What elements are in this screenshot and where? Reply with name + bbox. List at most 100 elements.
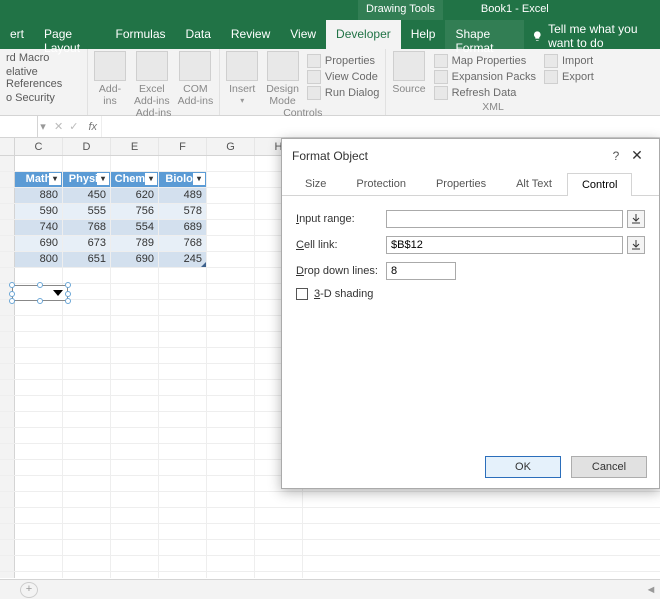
import-xml-button[interactable]: Import — [544, 53, 594, 69]
range-picker-button[interactable] — [627, 210, 645, 228]
collapse-dialog-icon — [631, 240, 641, 250]
resize-handle[interactable] — [37, 298, 43, 304]
ok-button[interactable]: OK — [485, 456, 561, 478]
table-header[interactable]: Math▾ — [15, 172, 63, 187]
tab-view[interactable]: View — [280, 20, 326, 49]
range-picker-button[interactable] — [627, 236, 645, 254]
tab-protection[interactable]: Protection — [341, 172, 421, 195]
title-bar: Drawing Tools Book1 - Excel — [0, 0, 660, 20]
dialog-footer: OK Cancel — [282, 446, 659, 488]
name-box[interactable] — [0, 116, 38, 137]
tab-data[interactable]: Data — [176, 20, 221, 49]
formula-input[interactable] — [101, 116, 660, 137]
dialog-tabs: Size Protection Properties Alt Text Cont… — [282, 172, 659, 196]
view-code-button[interactable]: View Code — [307, 69, 379, 85]
resize-handle[interactable] — [65, 298, 71, 304]
import-icon — [544, 54, 558, 68]
insert-control-button[interactable]: Insert▾ — [226, 51, 258, 107]
filter-dropdown-icon[interactable]: ▾ — [145, 173, 157, 185]
resize-handle[interactable] — [65, 291, 71, 297]
enter-formula-icon[interactable]: ✓ — [69, 120, 78, 133]
tab-help[interactable]: Help — [401, 20, 446, 49]
col-header[interactable]: G — [207, 138, 255, 155]
resize-handle[interactable] — [65, 282, 71, 288]
scroll-left-icon[interactable]: ◄ — [642, 584, 660, 596]
sheet-tab-bar: + ◄ — [0, 579, 660, 599]
xml-source-button[interactable]: Source — [392, 51, 425, 95]
table-resize-handle-icon[interactable] — [201, 262, 206, 267]
design-mode-button[interactable]: Design Mode — [266, 51, 299, 107]
refresh-data-button[interactable]: Refresh Data — [434, 85, 536, 101]
dropdown-lines-field[interactable] — [386, 262, 456, 280]
tab-formulas[interactable]: Formulas — [106, 20, 176, 49]
view-code-icon — [307, 70, 321, 84]
excel-addins-button[interactable]: Excel Add-ins — [134, 51, 170, 107]
tab-size[interactable]: Size — [290, 172, 341, 195]
expansion-packs-icon — [434, 70, 448, 84]
table-header[interactable]: Biolog▾ — [159, 172, 207, 187]
name-box-dropdown-icon[interactable]: ▾ — [38, 120, 48, 133]
table-header[interactable]: Physic▾ — [63, 172, 111, 187]
dialog-titlebar[interactable]: Format Object ? ✕ — [282, 139, 659, 172]
lightbulb-icon — [532, 29, 543, 43]
ribbon-group-code: rd Macro elative References o Security — [0, 49, 88, 115]
resize-handle[interactable] — [9, 298, 15, 304]
com-addins-button[interactable]: COM Add-ins — [178, 51, 214, 107]
filter-dropdown-icon[interactable]: ▾ — [97, 173, 109, 185]
export-icon — [544, 70, 558, 84]
cancel-button[interactable]: Cancel — [571, 456, 647, 478]
resize-handle[interactable] — [37, 282, 43, 288]
cell-link-field[interactable] — [386, 236, 623, 254]
dropdown-arrow-icon — [53, 288, 63, 298]
resize-handle[interactable] — [9, 282, 15, 288]
input-range-field[interactable] — [386, 210, 623, 228]
cancel-formula-icon[interactable]: ✕ — [54, 120, 63, 133]
tab-insert[interactable]: ert — [0, 20, 34, 49]
tab-control[interactable]: Control — [567, 173, 632, 196]
col-header[interactable]: D — [63, 138, 111, 155]
filter-dropdown-icon[interactable]: ▾ — [49, 173, 61, 185]
col-header[interactable]: C — [15, 138, 63, 155]
tab-properties[interactable]: Properties — [421, 172, 501, 195]
dropdown-lines-label: Drop down lines: — [296, 265, 386, 277]
tab-alt-text[interactable]: Alt Text — [501, 172, 567, 195]
relative-references-button[interactable]: elative References — [6, 65, 81, 91]
collapse-dialog-icon — [631, 214, 641, 224]
book-title: Book1 - Excel — [473, 0, 557, 20]
expansion-packs-button[interactable]: Expansion Packs — [434, 69, 536, 85]
3d-shading-checkbox[interactable]: 3-D shading — [296, 288, 645, 300]
new-sheet-button[interactable]: + — [20, 582, 38, 598]
tab-shape-format[interactable]: Shape Format — [445, 20, 523, 49]
ribbon-group-controls: Insert▾ Design Mode Properties View Code… — [220, 49, 386, 115]
combobox-form-control[interactable] — [12, 285, 68, 301]
table-header[interactable]: Chemis▾ — [111, 172, 159, 187]
run-dialog-button[interactable]: Run Dialog — [307, 85, 379, 101]
ribbon: rd Macro elative References o Security A… — [0, 49, 660, 116]
ribbon-tabs: ert Page Layout Formulas Data Review Vie… — [0, 20, 660, 49]
filter-dropdown-icon[interactable]: ▾ — [193, 173, 205, 185]
tab-page-layout[interactable]: Page Layout — [34, 20, 106, 49]
tab-review[interactable]: Review — [221, 20, 280, 49]
col-header[interactable]: E — [111, 138, 159, 155]
tell-me-label: Tell me what you want to do — [548, 19, 660, 50]
addins-button[interactable]: Add- ins — [94, 51, 126, 107]
tab-developer[interactable]: Developer — [326, 20, 401, 49]
col-header[interactable]: F — [159, 138, 207, 155]
drawing-tools-label: Drawing Tools — [358, 0, 443, 20]
export-xml-button[interactable]: Export — [544, 69, 594, 85]
properties-icon — [307, 54, 321, 68]
group-label-xml: XML — [392, 101, 593, 115]
3d-shading-label: 3-D shading — [314, 288, 373, 300]
record-macro-button[interactable]: rd Macro — [6, 51, 81, 65]
tell-me-search[interactable]: Tell me what you want to do — [532, 20, 660, 49]
refresh-data-icon — [434, 86, 448, 100]
close-button[interactable]: ✕ — [625, 147, 649, 164]
help-button[interactable]: ? — [607, 149, 625, 163]
properties-button[interactable]: Properties — [307, 53, 379, 69]
fx-label[interactable]: fx — [84, 121, 101, 133]
run-dialog-icon — [307, 86, 321, 100]
map-properties-button[interactable]: Map Properties — [434, 53, 536, 69]
macro-security-button[interactable]: o Security — [6, 91, 81, 105]
dialog-body: Input range: Cell link: Drop down lines:… — [282, 196, 659, 446]
resize-handle[interactable] — [9, 291, 15, 297]
